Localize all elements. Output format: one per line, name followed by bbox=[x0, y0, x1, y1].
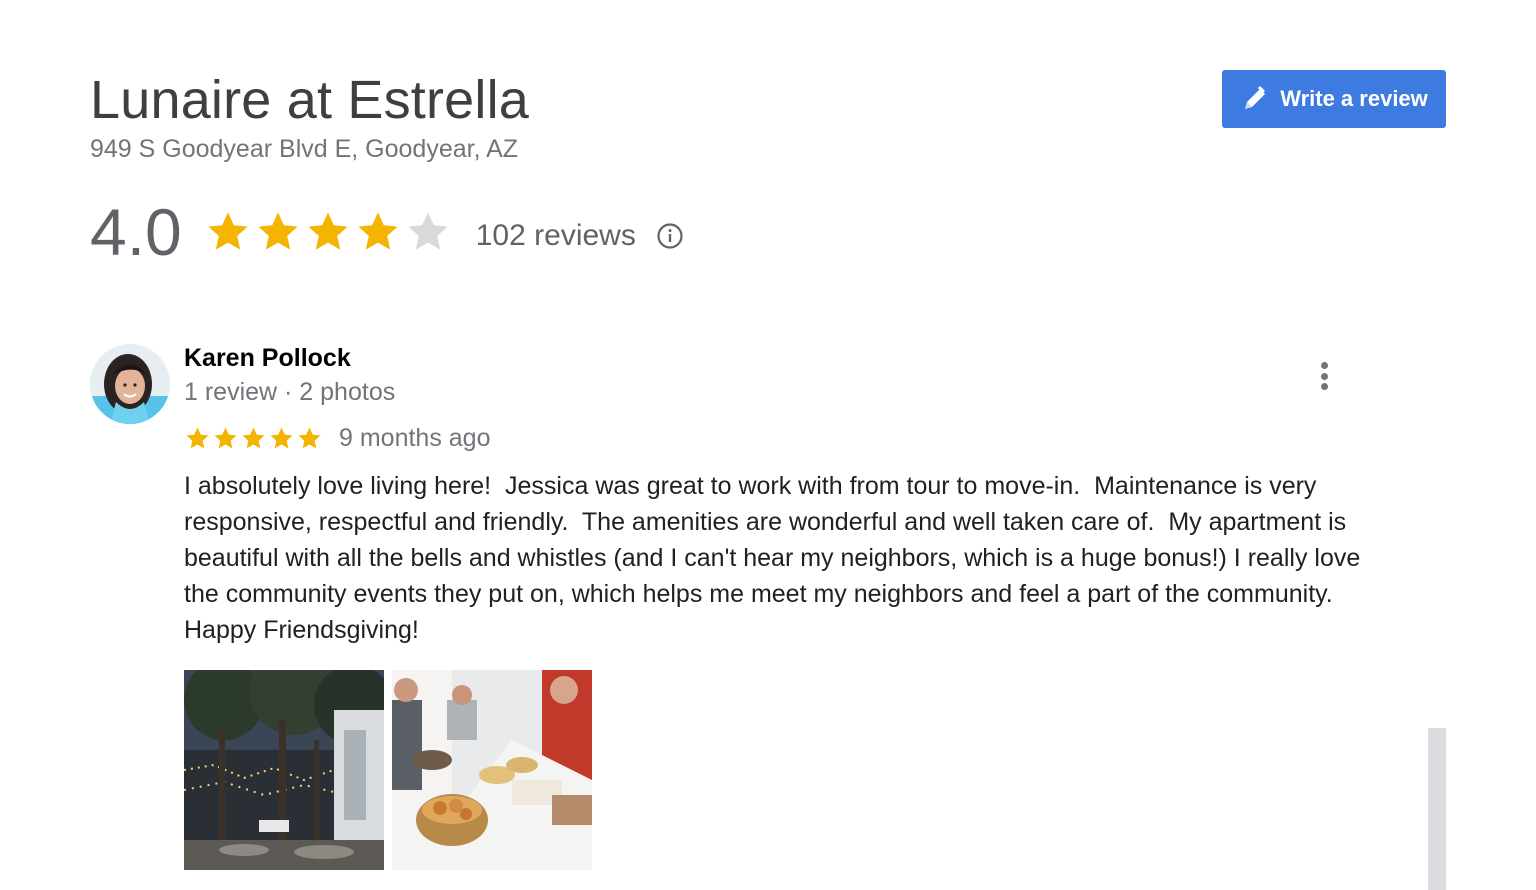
rating-summary: 4.0 102 reviews bbox=[90, 194, 684, 270]
review-rating-row: 9 months ago bbox=[184, 424, 491, 453]
star-empty-icon bbox=[408, 212, 448, 250]
star-filled-icon bbox=[242, 427, 265, 449]
star-filled-icon bbox=[358, 212, 398, 250]
average-rating: 4.0 bbox=[90, 195, 182, 269]
reviewer-name[interactable]: Karen Pollock bbox=[184, 344, 351, 373]
more-dot-icon bbox=[1320, 362, 1328, 369]
write-review-button[interactable]: Write a review bbox=[1222, 70, 1446, 128]
more-options-button[interactable] bbox=[1310, 358, 1338, 394]
star-filled-icon bbox=[308, 212, 348, 250]
pencil-icon bbox=[1245, 85, 1266, 109]
review-count[interactable]: 102 reviews bbox=[476, 211, 636, 253]
star-filled-icon bbox=[214, 427, 237, 449]
review-date: 9 months ago bbox=[339, 424, 491, 452]
scrollbar-thumb[interactable] bbox=[1428, 728, 1446, 890]
star-filled-icon bbox=[298, 427, 321, 449]
average-rating-stars bbox=[204, 208, 452, 256]
more-dot-icon bbox=[1320, 372, 1328, 380]
review-text: I absolutely love living here! Jessica w… bbox=[184, 472, 1368, 644]
review-photo-buffet[interactable] bbox=[392, 670, 592, 870]
star-filled-icon bbox=[208, 212, 248, 250]
place-title: Lunaire at Estrella bbox=[90, 70, 530, 130]
avatar[interactable] bbox=[90, 344, 170, 424]
reviews-page: Lunaire at Estrella 949 S Goodyear Blvd … bbox=[0, 0, 1536, 890]
star-filled-icon bbox=[270, 427, 293, 449]
write-review-label: Write a review bbox=[1280, 86, 1428, 111]
place-address: 949 S Goodyear Blvd E, Goodyear, AZ bbox=[90, 135, 519, 163]
star-filled-icon bbox=[186, 427, 209, 449]
review-rating-stars bbox=[184, 425, 323, 452]
review-photo-courtyard[interactable] bbox=[184, 670, 384, 870]
star-filled-icon bbox=[258, 212, 298, 250]
info-icon[interactable] bbox=[656, 222, 684, 250]
reviewer-meta: 1 review · 2 photos bbox=[184, 378, 396, 406]
review-photos bbox=[184, 670, 592, 870]
more-dot-icon bbox=[1320, 383, 1328, 390]
